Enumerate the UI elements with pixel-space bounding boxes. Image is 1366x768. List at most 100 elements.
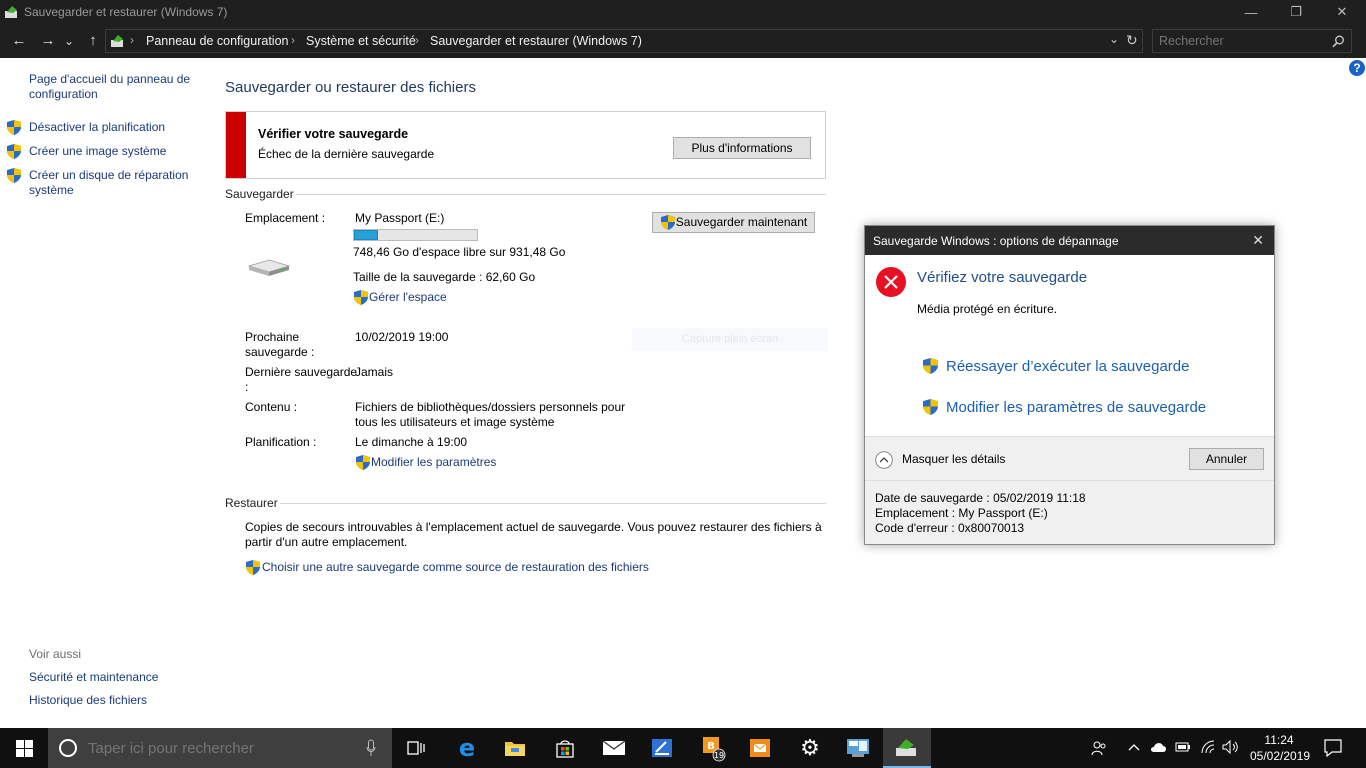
control-panel-icon (111, 35, 123, 47)
backup-now-label: Sauvegarder maintenant (675, 215, 808, 229)
value-line: tous les utilisateurs et image système (355, 415, 555, 429)
people-icon[interactable] (1091, 740, 1107, 756)
address-history-dropdown[interactable]: ⌄ (1109, 32, 1119, 46)
dialog-close-button[interactable]: ✕ (1252, 232, 1264, 249)
free-space-text: 748,46 Go d'espace libre sur 931,48 Go (353, 245, 566, 259)
dialog-details: Date de sauvegarde : 05/02/2019 11:18 Em… (865, 480, 1274, 544)
uac-shield-icon (661, 215, 675, 230)
breadcrumb-system-security[interactable]: Système et sécurité (306, 34, 416, 48)
close-icon: ✕ (1336, 4, 1348, 19)
label-line: Dernière sauvegarde (245, 365, 358, 379)
taskbar-search[interactable] (48, 728, 392, 768)
store-icon (556, 740, 574, 758)
help-icon[interactable]: ? (1349, 60, 1365, 76)
clock-date: 05/02/2019 (1250, 749, 1311, 763)
start-button[interactable] (0, 728, 48, 768)
uac-shield-icon (7, 120, 21, 135)
gear-icon: ⚙ (800, 735, 820, 761)
refresh-icon[interactable]: ↻ (1126, 32, 1138, 49)
search-box[interactable] (1152, 29, 1352, 53)
recent-locations-button[interactable]: ⌄ (62, 31, 76, 51)
search-input[interactable] (1159, 33, 1319, 49)
clock[interactable]: 11:24 05/02/2019 (1250, 732, 1311, 764)
divider (296, 194, 826, 195)
restore-button[interactable]: ❐ (1273, 0, 1319, 24)
uac-shield-icon (7, 144, 21, 159)
scanner-taskbar-button[interactable] (638, 728, 686, 768)
back-button[interactable]: ← (9, 31, 29, 51)
warning-color-bar (226, 112, 246, 178)
create-repair-disc-link[interactable]: Créer un disque de réparation système (29, 168, 188, 198)
breadcrumb-separator: › (415, 33, 419, 47)
dialog-title-bar: Sauvegarde Windows : options de dépannag… (865, 226, 1274, 255)
minimize-button[interactable]: — (1228, 0, 1274, 24)
page-title: Sauvegarder ou restaurer des fichiers (225, 79, 476, 96)
external-drive-icon (247, 259, 291, 276)
uac-shield-icon (354, 290, 368, 305)
up-arrow-icon: ↑ (89, 32, 97, 49)
manage-space-link[interactable]: Gérer l'espace (369, 290, 447, 305)
chevron-up-icon[interactable] (1128, 743, 1140, 751)
backup-warning-panel: Vérifier votre sauvegarde Échec de la de… (225, 111, 826, 179)
mail-client-taskbar-button[interactable] (736, 728, 784, 768)
uac-shield-icon (7, 168, 21, 183)
change-settings-link[interactable]: Modifier les paramètres (371, 455, 496, 470)
schedule-label: Planification : (245, 435, 317, 449)
control-panel-taskbar-button[interactable] (834, 728, 882, 768)
breadcrumb-control-panel[interactable]: Panneau de configuration (146, 34, 288, 48)
battery-icon[interactable] (1175, 741, 1191, 753)
windows-logo-icon (15, 739, 33, 757)
more-info-button[interactable]: Plus d'informations (673, 137, 811, 159)
taskbar-search-input[interactable] (88, 739, 348, 757)
hide-details-toggle[interactable]: Masquer les détails (902, 452, 1005, 466)
forward-button[interactable]: → (38, 31, 58, 51)
file-history-link[interactable]: Historique des fichiers (29, 693, 147, 708)
backup-section-heading: Sauvegarder (225, 187, 294, 201)
close-window-button[interactable]: ✕ (1319, 0, 1365, 24)
next-backup-value: 10/02/2019 19:00 (355, 330, 449, 344)
search-icon[interactable] (1332, 35, 1345, 48)
control-panel-home-link[interactable]: Page d'accueil du panneau de configurati… (29, 72, 190, 102)
screenshot-watermark: Capture plein écran (632, 328, 828, 351)
file-explorer-taskbar-button[interactable] (491, 728, 539, 768)
clock-time: 11:24 (1264, 733, 1294, 747)
up-button[interactable]: ↑ (83, 31, 103, 51)
create-system-image-link[interactable]: Créer une image système (29, 144, 166, 159)
label-line: sauvegarde : (245, 345, 315, 359)
cortana-icon (59, 739, 77, 757)
address-field[interactable]: › Panneau de configuration › Système et … (105, 29, 1143, 53)
breadcrumb-backup-restore[interactable]: Sauvegarder et restaurer (Windows 7) (430, 34, 642, 48)
store-taskbar-button[interactable] (541, 728, 589, 768)
choose-other-backup-link[interactable]: Choisir une autre sauvegarde comme sourc… (262, 560, 649, 575)
settings-taskbar-button[interactable]: ⚙ (786, 728, 834, 768)
control-panel-icon (847, 739, 869, 757)
retry-backup-link[interactable]: Réessayer d’exécuter la sauvegarde (946, 358, 1189, 375)
bitdefender-taskbar-button[interactable]: B 19 (687, 728, 735, 768)
backup-size-text: Taille de la sauvegarde : 62,60 Go (353, 270, 536, 284)
taskbar: e B 19 ⚙ 11:24 05/02/2019 (0, 728, 1366, 768)
mail-taskbar-button[interactable] (590, 728, 638, 768)
volume-icon[interactable] (1222, 740, 1240, 754)
wifi-icon[interactable] (1200, 740, 1216, 754)
edge-taskbar-button[interactable]: e (443, 728, 491, 768)
backup-now-button[interactable]: Sauvegarder maintenant (652, 212, 815, 233)
backup-restore-taskbar-button[interactable] (883, 728, 931, 768)
onedrive-icon[interactable] (1150, 741, 1168, 753)
schedule-value: Le dimanche à 19:00 (355, 435, 468, 449)
security-maintenance-link[interactable]: Sécurité et maintenance (29, 670, 158, 685)
chevron-up-icon[interactable] (875, 451, 893, 469)
scanner-icon (652, 739, 672, 757)
text-line: Copies de secours introuvables à l'empla… (245, 520, 822, 534)
dialog-footer: Masquer les détails Annuler (865, 436, 1274, 480)
notifications-icon[interactable] (1324, 739, 1342, 757)
content-value: Fichiers de bibliothèques/dossiers perso… (355, 400, 625, 430)
envelope-icon (750, 739, 770, 757)
disable-schedule-link[interactable]: Désactiver la planification (29, 120, 165, 135)
cancel-button[interactable]: Annuler (1189, 448, 1264, 470)
modify-backup-settings-link[interactable]: Modifier les paramètres de sauvegarde (946, 399, 1206, 416)
restore-message: Copies de secours introuvables à l'empla… (245, 520, 822, 550)
folder-icon (505, 742, 525, 756)
task-view-button[interactable] (392, 728, 440, 768)
notification-app-icon: B 19 (703, 737, 726, 762)
microphone-icon[interactable] (366, 739, 376, 757)
